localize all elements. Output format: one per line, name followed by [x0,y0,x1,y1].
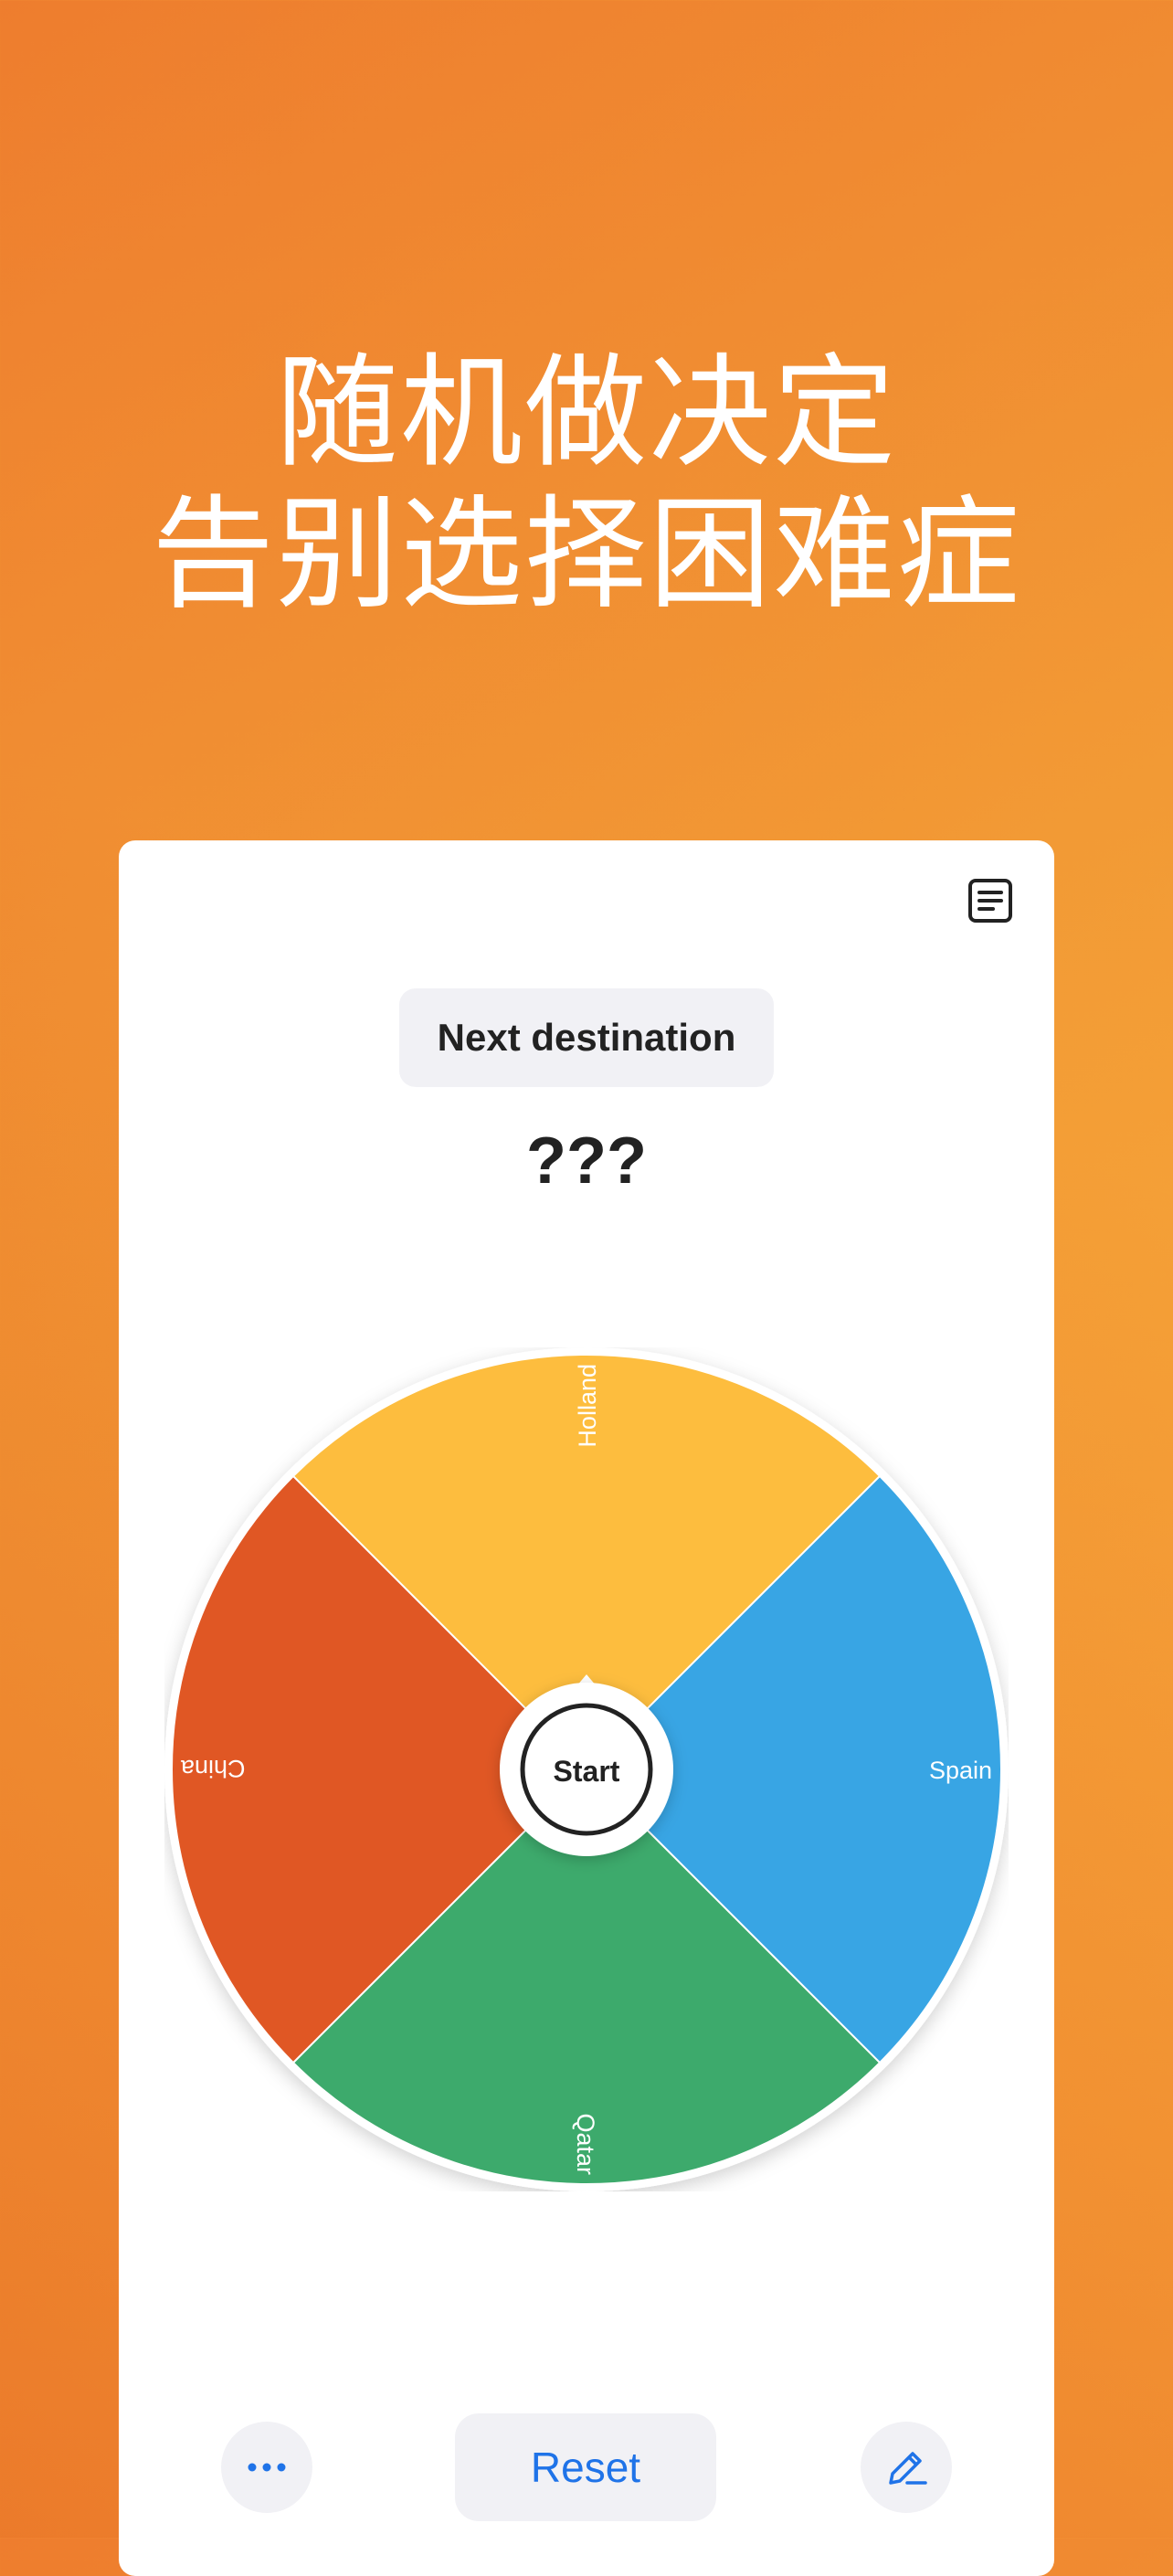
headline-line-2: 告别选择困难症 [151,483,1021,626]
headline-line-1: 随机做决定 [275,342,897,484]
edit-pencil-icon [889,2452,927,2485]
wheel-title[interactable]: Next destination [399,988,774,1087]
headline: 随机做决定 告别选择困难症 [0,343,1173,626]
start-label[interactable]: Start [554,1755,620,1788]
wheel-label-china: China [180,1755,246,1782]
edit-button[interactable] [861,2422,952,2513]
list-document-icon [968,879,1012,923]
list-button[interactable] [967,877,1014,924]
wheel-label-holland: Holland [574,1364,601,1448]
spin-wheel[interactable]: Holland Spain Qatar China Start [164,1347,1009,2191]
reset-button[interactable]: Reset [455,2413,716,2521]
wheel-label-qatar: Qatar [572,2113,599,2175]
more-button[interactable] [221,2422,312,2513]
result-text: ??? [526,1124,647,1198]
wheel-card: Next destination ??? Holland Spain Qatar Ch… [119,840,1054,2576]
more-dots-icon [248,2463,286,2472]
wheel-label-spain: Spain [929,1757,992,1784]
